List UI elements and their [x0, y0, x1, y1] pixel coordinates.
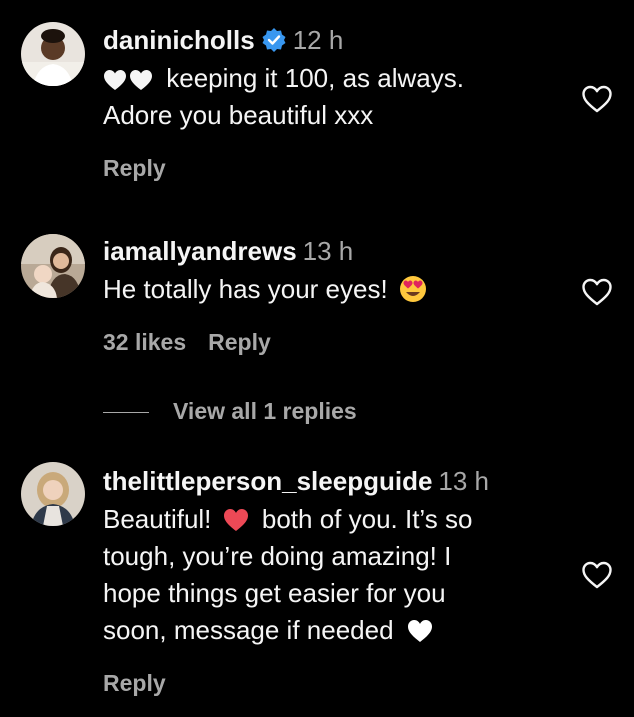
comment-text-line: soon, message if needed [103, 612, 433, 649]
avatar[interactable] [21, 462, 85, 526]
timestamp: 13 h [438, 466, 490, 496]
comment-text: soon, message if needed [103, 615, 394, 645]
comment-text-line: hope things get easier for you [103, 578, 446, 608]
comment-text-line: tough, you’re doing amazing! I [103, 541, 452, 571]
avatar-image [21, 462, 85, 526]
comment-text: both of you. It’s so [261, 504, 473, 534]
comment-thelittleperson: thelittleperson_sleepguide 13 h Beautiful… [0, 0, 634, 717]
reply-button[interactable]: Reply [103, 670, 166, 696]
white-heart-emoji [407, 620, 432, 642]
username[interactable]: thelittleperson_sleepguide [103, 466, 432, 496]
comment-text: Beautiful! [103, 504, 212, 534]
comment-actions: Reply [103, 670, 188, 697]
heart-outline-icon[interactable] [581, 560, 613, 590]
heart-emoji [223, 509, 248, 531]
comment-header: thelittleperson_sleepguide 13 h [103, 465, 489, 497]
comment-text-line: Beautiful! both of you. It’s so [103, 501, 472, 538]
